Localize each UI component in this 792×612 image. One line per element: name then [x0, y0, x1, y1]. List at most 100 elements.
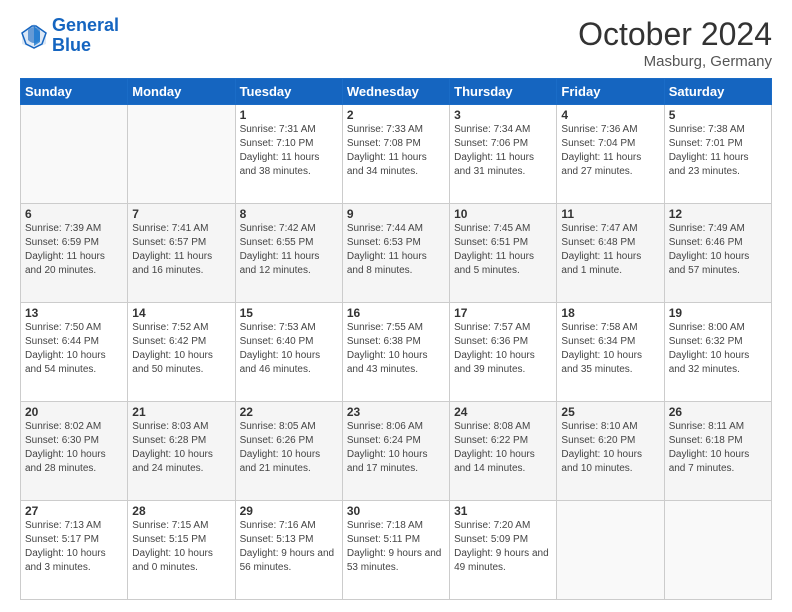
calendar-cell-2-7: 12Sunrise: 7:49 AM Sunset: 6:46 PM Dayli… [664, 204, 771, 303]
week-row-1: 1Sunrise: 7:31 AM Sunset: 7:10 PM Daylig… [21, 105, 772, 204]
day-info: Sunrise: 7:47 AM Sunset: 6:48 PM Dayligh… [561, 222, 659, 278]
day-info: Sunrise: 7:49 AM Sunset: 6:46 PM Dayligh… [669, 222, 767, 278]
calendar-cell-3-2: 14Sunrise: 7:52 AM Sunset: 6:42 PM Dayli… [128, 303, 235, 402]
calendar-table: SundayMondayTuesdayWednesdayThursdayFrid… [20, 78, 772, 600]
day-number: 21 [132, 405, 230, 419]
calendar-cell-1-4: 2Sunrise: 7:33 AM Sunset: 7:08 PM Daylig… [342, 105, 449, 204]
day-number: 25 [561, 405, 659, 419]
day-number: 30 [347, 504, 445, 518]
calendar-cell-2-3: 8Sunrise: 7:42 AM Sunset: 6:55 PM Daylig… [235, 204, 342, 303]
day-info: Sunrise: 7:58 AM Sunset: 6:34 PM Dayligh… [561, 321, 659, 377]
day-info: Sunrise: 7:13 AM Sunset: 5:17 PM Dayligh… [25, 519, 123, 575]
day-info: Sunrise: 8:10 AM Sunset: 6:20 PM Dayligh… [561, 420, 659, 476]
week-row-2: 6Sunrise: 7:39 AM Sunset: 6:59 PM Daylig… [21, 204, 772, 303]
day-number: 7 [132, 207, 230, 221]
day-number: 10 [454, 207, 552, 221]
day-info: Sunrise: 7:20 AM Sunset: 5:09 PM Dayligh… [454, 519, 552, 575]
day-info: Sunrise: 7:36 AM Sunset: 7:04 PM Dayligh… [561, 123, 659, 179]
day-info: Sunrise: 8:03 AM Sunset: 6:28 PM Dayligh… [132, 420, 230, 476]
calendar-cell-4-5: 24Sunrise: 8:08 AM Sunset: 6:22 PM Dayli… [450, 402, 557, 501]
weekday-header-monday: Monday [128, 79, 235, 105]
day-info: Sunrise: 7:38 AM Sunset: 7:01 PM Dayligh… [669, 123, 767, 179]
day-number: 29 [240, 504, 338, 518]
title-block: October 2024 Masburg, Germany [578, 16, 772, 70]
day-info: Sunrise: 7:55 AM Sunset: 6:38 PM Dayligh… [347, 321, 445, 377]
logo: General Blue [20, 16, 119, 56]
day-info: Sunrise: 7:33 AM Sunset: 7:08 PM Dayligh… [347, 123, 445, 179]
calendar-cell-4-1: 20Sunrise: 8:02 AM Sunset: 6:30 PM Dayli… [21, 402, 128, 501]
day-info: Sunrise: 7:41 AM Sunset: 6:57 PM Dayligh… [132, 222, 230, 278]
day-info: Sunrise: 7:52 AM Sunset: 6:42 PM Dayligh… [132, 321, 230, 377]
month-title: October 2024 [578, 16, 772, 53]
day-number: 16 [347, 306, 445, 320]
day-number: 5 [669, 108, 767, 122]
week-row-4: 20Sunrise: 8:02 AM Sunset: 6:30 PM Dayli… [21, 402, 772, 501]
weekday-header-friday: Friday [557, 79, 664, 105]
weekday-header-thursday: Thursday [450, 79, 557, 105]
day-info: Sunrise: 7:39 AM Sunset: 6:59 PM Dayligh… [25, 222, 123, 278]
day-number: 12 [669, 207, 767, 221]
calendar-cell-2-5: 10Sunrise: 7:45 AM Sunset: 6:51 PM Dayli… [450, 204, 557, 303]
day-info: Sunrise: 7:42 AM Sunset: 6:55 PM Dayligh… [240, 222, 338, 278]
day-info: Sunrise: 7:31 AM Sunset: 7:10 PM Dayligh… [240, 123, 338, 179]
day-number: 2 [347, 108, 445, 122]
page: General Blue October 2024 Masburg, Germa… [0, 0, 792, 612]
calendar-cell-5-7 [664, 501, 771, 600]
calendar-cell-1-2 [128, 105, 235, 204]
weekday-header-wednesday: Wednesday [342, 79, 449, 105]
day-info: Sunrise: 7:16 AM Sunset: 5:13 PM Dayligh… [240, 519, 338, 575]
day-number: 23 [347, 405, 445, 419]
day-number: 22 [240, 405, 338, 419]
calendar-cell-4-7: 26Sunrise: 8:11 AM Sunset: 6:18 PM Dayli… [664, 402, 771, 501]
calendar-cell-4-4: 23Sunrise: 8:06 AM Sunset: 6:24 PM Dayli… [342, 402, 449, 501]
weekday-header-tuesday: Tuesday [235, 79, 342, 105]
calendar-cell-1-5: 3Sunrise: 7:34 AM Sunset: 7:06 PM Daylig… [450, 105, 557, 204]
calendar-cell-5-4: 30Sunrise: 7:18 AM Sunset: 5:11 PM Dayli… [342, 501, 449, 600]
day-number: 14 [132, 306, 230, 320]
week-row-3: 13Sunrise: 7:50 AM Sunset: 6:44 PM Dayli… [21, 303, 772, 402]
calendar-cell-5-2: 28Sunrise: 7:15 AM Sunset: 5:15 PM Dayli… [128, 501, 235, 600]
calendar-cell-3-6: 18Sunrise: 7:58 AM Sunset: 6:34 PM Dayli… [557, 303, 664, 402]
day-number: 24 [454, 405, 552, 419]
day-info: Sunrise: 7:53 AM Sunset: 6:40 PM Dayligh… [240, 321, 338, 377]
logo-line1: General [52, 15, 119, 35]
calendar-cell-2-1: 6Sunrise: 7:39 AM Sunset: 6:59 PM Daylig… [21, 204, 128, 303]
day-number: 6 [25, 207, 123, 221]
day-number: 1 [240, 108, 338, 122]
day-info: Sunrise: 8:02 AM Sunset: 6:30 PM Dayligh… [25, 420, 123, 476]
calendar-cell-2-4: 9Sunrise: 7:44 AM Sunset: 6:53 PM Daylig… [342, 204, 449, 303]
day-number: 9 [347, 207, 445, 221]
calendar-cell-2-2: 7Sunrise: 7:41 AM Sunset: 6:57 PM Daylig… [128, 204, 235, 303]
day-number: 13 [25, 306, 123, 320]
day-info: Sunrise: 7:18 AM Sunset: 5:11 PM Dayligh… [347, 519, 445, 575]
day-number: 4 [561, 108, 659, 122]
day-number: 15 [240, 306, 338, 320]
logo-text: General Blue [52, 16, 119, 56]
day-number: 19 [669, 306, 767, 320]
day-info: Sunrise: 8:11 AM Sunset: 6:18 PM Dayligh… [669, 420, 767, 476]
day-number: 8 [240, 207, 338, 221]
calendar-cell-1-6: 4Sunrise: 7:36 AM Sunset: 7:04 PM Daylig… [557, 105, 664, 204]
day-number: 3 [454, 108, 552, 122]
day-info: Sunrise: 7:34 AM Sunset: 7:06 PM Dayligh… [454, 123, 552, 179]
day-number: 20 [25, 405, 123, 419]
calendar-cell-1-3: 1Sunrise: 7:31 AM Sunset: 7:10 PM Daylig… [235, 105, 342, 204]
day-info: Sunrise: 7:50 AM Sunset: 6:44 PM Dayligh… [25, 321, 123, 377]
day-number: 27 [25, 504, 123, 518]
calendar-cell-1-7: 5Sunrise: 7:38 AM Sunset: 7:01 PM Daylig… [664, 105, 771, 204]
day-number: 28 [132, 504, 230, 518]
weekday-header-row: SundayMondayTuesdayWednesdayThursdayFrid… [21, 79, 772, 105]
calendar-cell-2-6: 11Sunrise: 7:47 AM Sunset: 6:48 PM Dayli… [557, 204, 664, 303]
day-info: Sunrise: 8:06 AM Sunset: 6:24 PM Dayligh… [347, 420, 445, 476]
weekday-header-sunday: Sunday [21, 79, 128, 105]
day-info: Sunrise: 7:15 AM Sunset: 5:15 PM Dayligh… [132, 519, 230, 575]
calendar-cell-3-1: 13Sunrise: 7:50 AM Sunset: 6:44 PM Dayli… [21, 303, 128, 402]
calendar-cell-3-5: 17Sunrise: 7:57 AM Sunset: 6:36 PM Dayli… [450, 303, 557, 402]
calendar-cell-1-1 [21, 105, 128, 204]
day-number: 17 [454, 306, 552, 320]
calendar-cell-5-6 [557, 501, 664, 600]
calendar-cell-4-6: 25Sunrise: 8:10 AM Sunset: 6:20 PM Dayli… [557, 402, 664, 501]
day-number: 11 [561, 207, 659, 221]
calendar-cell-5-1: 27Sunrise: 7:13 AM Sunset: 5:17 PM Dayli… [21, 501, 128, 600]
day-info: Sunrise: 7:45 AM Sunset: 6:51 PM Dayligh… [454, 222, 552, 278]
